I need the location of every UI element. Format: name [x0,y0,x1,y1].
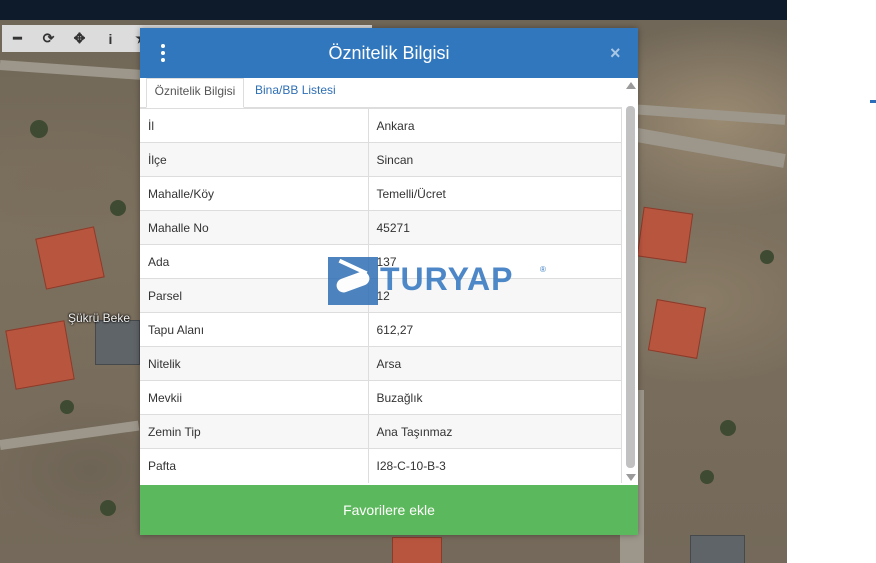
right-panel [787,0,876,563]
map-tree [700,470,714,484]
close-icon[interactable]: × [610,42,626,64]
map-tree [720,420,736,436]
attribute-key: İlçe [140,142,369,177]
map-tree [30,120,48,138]
dialog-title: Öznitelik Bilgisi [328,43,450,63]
attribute-key: Pafta [140,448,369,483]
table-row: Tapu Alanı 612,27 [140,312,622,347]
map-tree [100,500,116,516]
info-icon[interactable]: i [95,25,126,52]
scroll-up-arrow-icon[interactable] [626,82,636,89]
attribute-value: Buzağlık [368,380,622,415]
attribute-key: Mahalle No [140,210,369,245]
building-roof [690,535,745,563]
scroll-down-arrow-icon[interactable] [626,474,636,481]
table-row: Mevkii Buzağlık [140,380,622,415]
attribute-key: Zemin Tip [140,414,369,449]
building-roof [95,320,140,365]
attribute-value: Sincan [368,142,622,177]
attribute-value: I28-C-10-B-3 [368,448,622,483]
dialog-tabs: Öznitelik Bilgisi Bina/BB Listesi [140,78,622,108]
screen: Şükrü Beke ━ ⟳ ✥ i ★ Öznitelik Bilgisi ×… [0,0,876,563]
dialog-header: Öznitelik Bilgisi × [140,28,638,78]
attribute-key: Mevkii [140,380,369,415]
table-row: İlçe Sincan [140,142,622,177]
building-roof [647,299,707,359]
tab-building-list[interactable]: Bina/BB Listesi [255,78,336,109]
table-row: Mahalle/Köy Temelli/Ücret [140,176,622,211]
attribute-value: Ana Taşınmaz [368,414,622,449]
panel-marker [870,100,876,103]
map-tree [60,400,74,414]
watermark-text: TURYAP [380,261,514,297]
table-row: Mahalle No 45271 [140,210,622,245]
attribute-value: 45271 [368,210,622,245]
building-roof [35,226,105,290]
building-roof [392,537,442,563]
scrollbar[interactable] [622,78,638,485]
add-to-favorites-button[interactable]: Favorilere ekle [140,485,638,535]
map-road [0,420,140,450]
registered-mark: ® [540,265,546,274]
map-place-label: Şükrü Beke [68,311,131,325]
building-roof [636,206,694,264]
tab-attribute-info[interactable]: Öznitelik Bilgisi [146,78,244,108]
more-vertical-icon[interactable] [159,44,167,62]
map-tree [110,200,126,216]
map-tree [760,250,774,264]
handshake-logo-icon [328,257,378,305]
attribute-key: Mahalle/Köy [140,176,369,211]
attribute-key: Tapu Alanı [140,312,369,347]
refresh-icon[interactable]: ⟳ [33,25,64,52]
attribute-key: İl [140,108,369,143]
minus-icon[interactable]: ━ [2,25,33,52]
table-row: Zemin Tip Ana Taşınmaz [140,414,622,449]
building-roof [5,320,75,390]
table-row: Pafta I28-C-10-B-3 [140,448,622,483]
table-row: Nitelik Arsa [140,346,622,381]
scroll-thumb[interactable] [626,106,635,468]
attribute-value: Arsa [368,346,622,381]
table-row: İl Ankara [140,108,622,143]
attribute-key: Nitelik [140,346,369,381]
attribute-value: Ankara [368,108,622,143]
move-icon[interactable]: ✥ [64,25,95,52]
map-road [618,125,786,168]
turyap-watermark: TURYAP ® [328,255,550,307]
attribute-value: Temelli/Ücret [368,176,622,211]
attribute-value: 612,27 [368,312,622,347]
top-bar [0,0,787,20]
